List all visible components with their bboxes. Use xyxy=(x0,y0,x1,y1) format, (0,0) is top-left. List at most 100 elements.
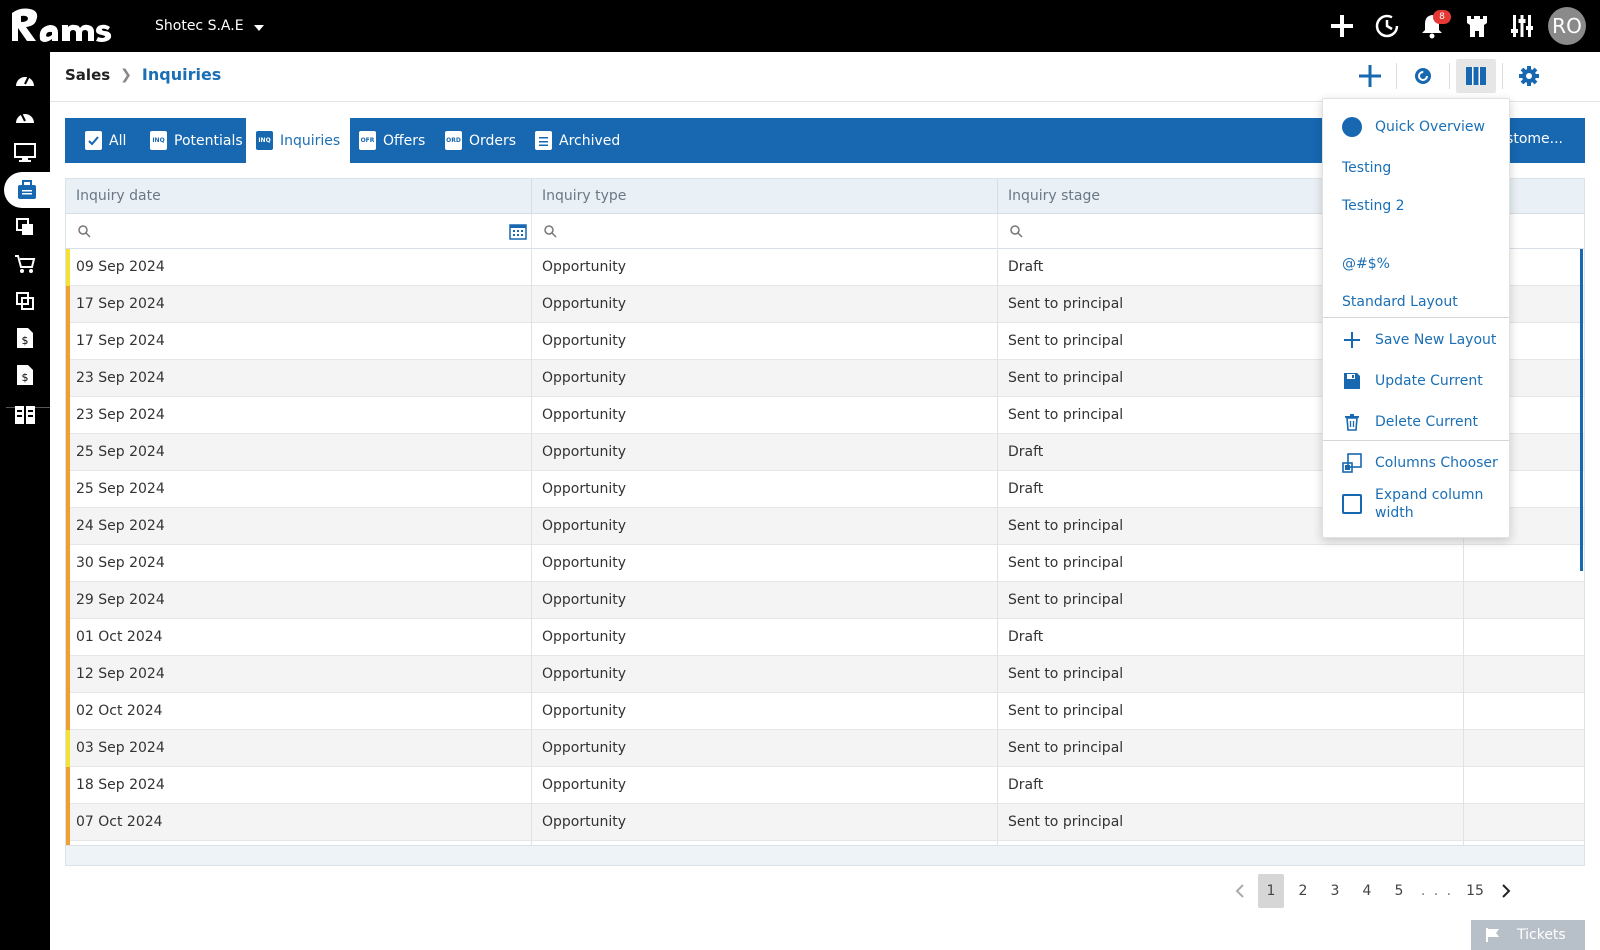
reports-icon[interactable] xyxy=(0,397,50,433)
page-5[interactable]: 5 xyxy=(1383,874,1415,908)
sliders-icon[interactable] xyxy=(1499,8,1544,44)
sidebar-item-sales[interactable] xyxy=(4,172,50,208)
cell-inquiry-type: Opportunity xyxy=(532,508,998,545)
row-status-stripe xyxy=(66,804,70,841)
menu-item-update-current[interactable]: Update Current xyxy=(1323,366,1509,396)
menu-item-layout-standard[interactable]: Standard Layout xyxy=(1323,288,1509,316)
circle-icon xyxy=(1341,116,1363,138)
company-selector[interactable]: Shotec S.A.E xyxy=(155,18,264,34)
tab-orders[interactable]: ORD Orders xyxy=(435,118,526,163)
menu-item-expand-column-width[interactable]: Expand column width xyxy=(1323,487,1509,521)
cell-inquiry-date: 23 Sep 2024 xyxy=(66,397,532,434)
filter-input-date[interactable] xyxy=(97,219,477,244)
filter-input-type[interactable] xyxy=(563,219,943,244)
table-row[interactable]: 30 Sep 2024 Opportunity Sent to principal xyxy=(66,545,1584,582)
row-status-stripe xyxy=(66,323,70,360)
cell-inquiry-type: Opportunity xyxy=(532,804,998,841)
breadcrumb-sales[interactable]: Sales xyxy=(65,66,110,84)
table-row[interactable]: 03 Sep 2024 Opportunity Sent to principal xyxy=(66,730,1584,767)
menu-item-save-new-layout[interactable]: Save New Layout xyxy=(1323,325,1509,355)
tickets-label: Tickets xyxy=(1517,927,1566,943)
tab-offers[interactable]: OFR Offers xyxy=(349,118,435,163)
invoice-icon[interactable]: $ xyxy=(0,320,50,356)
cell-inquiry-date: 30 Sep 2024 xyxy=(66,545,532,582)
plus-icon xyxy=(1341,329,1363,351)
monitor-icon[interactable] xyxy=(0,135,50,171)
table-row[interactable]: 12 Sep 2024 Opportunity Sent to principal xyxy=(66,656,1584,693)
prev-page-button[interactable] xyxy=(1225,874,1255,908)
cell-inquiry-stage: Sent to principal xyxy=(998,730,1464,767)
menu-item-layout-symbols[interactable]: @#$% xyxy=(1323,250,1509,278)
row-status-stripe xyxy=(66,619,70,656)
menu-item-layout-testing[interactable]: Testing xyxy=(1323,154,1509,182)
svg-text:$: $ xyxy=(22,334,29,347)
next-page-button[interactable] xyxy=(1491,874,1521,908)
vertical-scrollbar[interactable] xyxy=(1580,249,1583,571)
cell-inquiry-type: Opportunity xyxy=(532,249,998,286)
archive-doc-icon xyxy=(535,131,552,150)
menu-divider xyxy=(1323,317,1509,318)
tab-label: Potentials xyxy=(174,132,243,149)
analytics-dashboard-icon[interactable] xyxy=(0,98,50,134)
cell-inquiry-type: Opportunity xyxy=(532,619,998,656)
page-4[interactable]: 4 xyxy=(1351,874,1383,908)
refresh-button[interactable] xyxy=(1397,59,1449,93)
dashboard-icon[interactable] xyxy=(0,61,50,97)
page-1[interactable]: 1 xyxy=(1258,874,1284,908)
tab-archived[interactable]: Archived xyxy=(525,118,630,163)
user-avatar[interactable]: RO xyxy=(1548,7,1586,45)
row-status-stripe xyxy=(66,508,70,545)
header-divider xyxy=(1449,63,1450,89)
bell-icon[interactable]: 8 xyxy=(1409,8,1454,44)
cell-inquiry-date: 09 Sep 2024 xyxy=(66,249,532,286)
row-status-stripe xyxy=(66,767,70,804)
cell-inquiry-stage: Draft xyxy=(998,767,1464,804)
page-3[interactable]: 3 xyxy=(1319,874,1351,908)
layout-button[interactable] xyxy=(1456,59,1496,93)
billing-icon[interactable]: $ xyxy=(0,357,50,393)
cell-inquiry-stage: Sent to principal xyxy=(998,804,1464,841)
table-row[interactable]: 07 Oct 2024 Opportunity Sent to principal xyxy=(66,804,1584,841)
rams-logo[interactable] xyxy=(10,4,130,46)
add-icon[interactable] xyxy=(1319,8,1364,44)
page-header: Sales ❯ Inquiries xyxy=(50,52,1600,102)
cell-inquiry-date: 07 Oct 2024 xyxy=(66,804,532,841)
documents-icon[interactable] xyxy=(0,283,50,319)
menu-item-quick-overview[interactable]: Quick Overview xyxy=(1323,112,1509,142)
menu-item-delete-current[interactable]: Delete Current xyxy=(1323,407,1509,437)
tab-label: Inquiries xyxy=(280,132,341,149)
page-last[interactable]: 15 xyxy=(1459,874,1491,908)
castle-icon[interactable] xyxy=(1454,8,1499,44)
row-status-stripe xyxy=(66,582,70,619)
menu-item-layout-testing-2[interactable]: Testing 2 xyxy=(1323,192,1509,220)
history-icon[interactable] xyxy=(1364,8,1409,44)
layers-icon[interactable] xyxy=(0,209,50,245)
flag-icon xyxy=(1486,928,1499,942)
table-row[interactable]: 02 Oct 2024 Opportunity Sent to principal xyxy=(66,693,1584,730)
menu-divider xyxy=(1323,440,1509,441)
cell-inquiry-date: 25 Sep 2024 xyxy=(66,471,532,508)
save-icon xyxy=(1341,370,1363,392)
page-2[interactable]: 2 xyxy=(1287,874,1319,908)
tickets-button[interactable]: Tickets xyxy=(1471,920,1585,950)
add-inquiry-button[interactable] xyxy=(1344,59,1396,93)
menu-item-columns-chooser[interactable]: Columns Chooser xyxy=(1323,448,1509,478)
settings-button[interactable] xyxy=(1503,59,1555,93)
tab-inquiries[interactable]: INQ Inquiries xyxy=(246,118,351,163)
chevron-right-icon: ❯ xyxy=(120,66,132,83)
tab-potentials[interactable]: INQ Potentials xyxy=(140,118,253,163)
menu-item-label: Standard Layout xyxy=(1342,294,1458,310)
menu-item-label: @#$% xyxy=(1342,256,1390,272)
table-row[interactable]: 29 Sep 2024 Opportunity Sent to principal xyxy=(66,582,1584,619)
table-row[interactable]: 01 Oct 2024 Opportunity Draft xyxy=(66,619,1584,656)
cell-inquiry-date: 01 Oct 2024 xyxy=(66,619,532,656)
row-status-stripe xyxy=(66,730,70,767)
column-header-inquiry-type[interactable]: Inquiry type xyxy=(532,179,998,214)
cell-inquiry-stage: Sent to principal xyxy=(998,545,1464,582)
cell-inquiry-type: Opportunity xyxy=(532,286,998,323)
tab-all[interactable]: All xyxy=(75,118,136,163)
table-row[interactable]: 18 Sep 2024 Opportunity Draft xyxy=(66,767,1584,804)
cart-icon[interactable] xyxy=(0,246,50,282)
column-header-inquiry-date[interactable]: Inquiry date xyxy=(66,179,532,214)
cell-inquiry-date: 12 Sep 2024 xyxy=(66,656,532,693)
